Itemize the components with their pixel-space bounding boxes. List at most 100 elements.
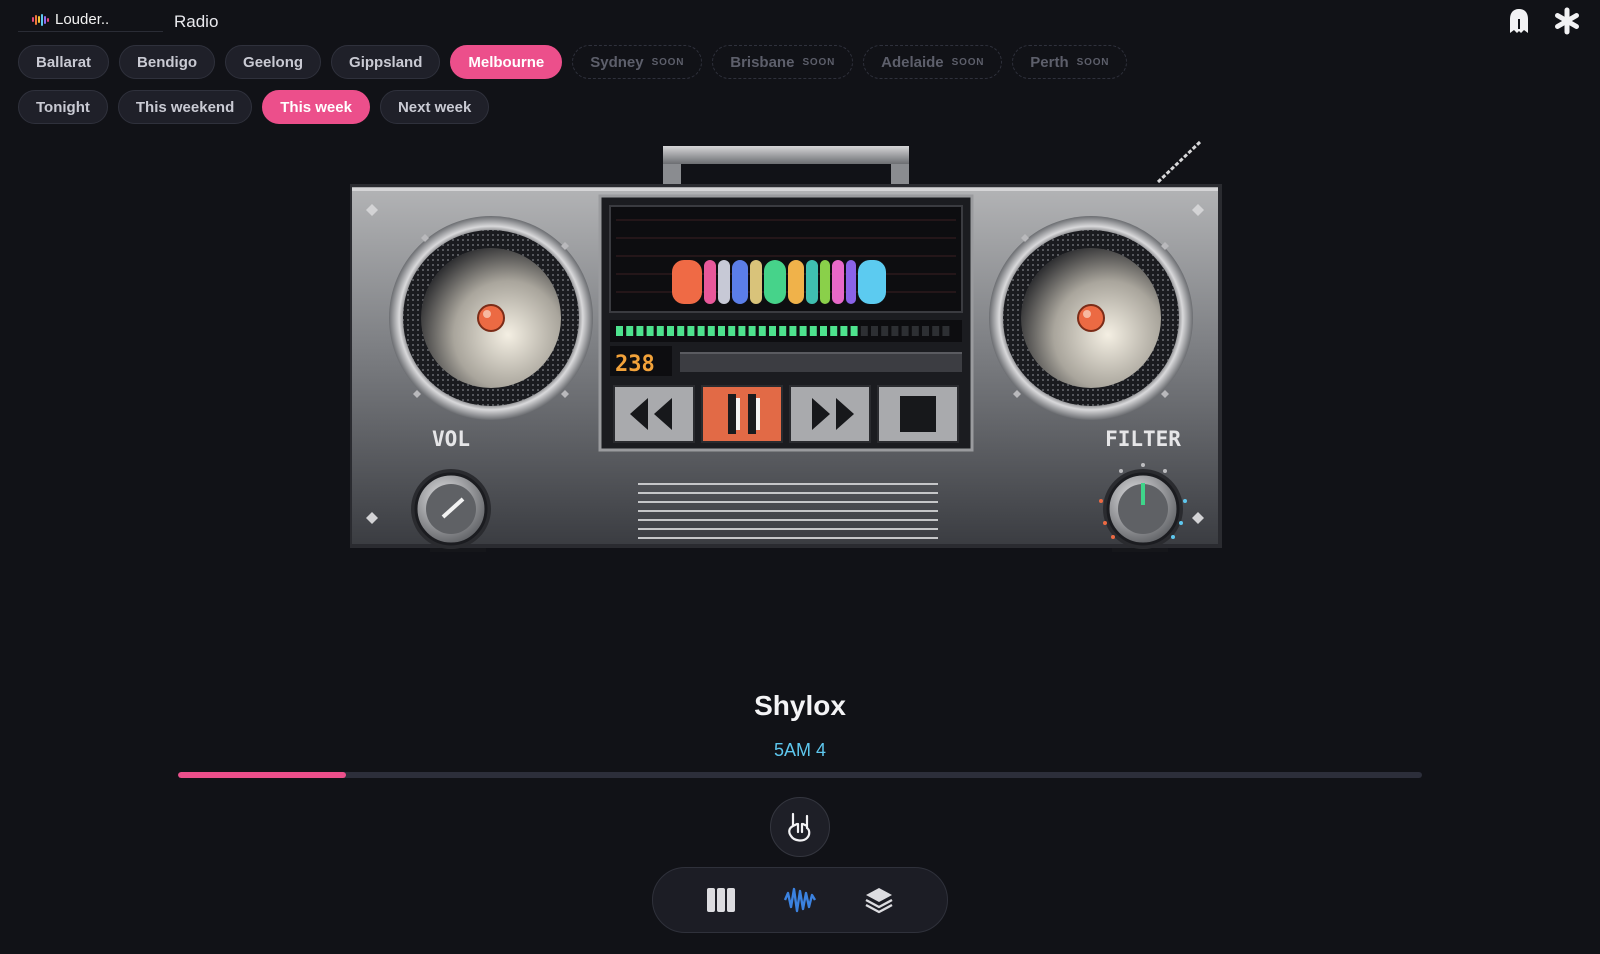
nav-columns-button[interactable] — [697, 876, 745, 924]
level-segment — [697, 326, 705, 336]
level-segment — [738, 326, 746, 336]
level-segment — [728, 326, 736, 336]
level-segment — [687, 326, 695, 336]
track-title: 5AM 4 — [773, 740, 827, 760]
region-chip-label: Melbourne — [468, 53, 545, 71]
level-segment — [677, 326, 685, 336]
brand-logo[interactable]: Louder.. — [18, 8, 163, 32]
level-segment — [932, 326, 940, 336]
level-segment — [789, 326, 797, 336]
visualizer — [672, 260, 886, 304]
rewind-button[interactable] — [613, 385, 695, 443]
visualizer-bar — [846, 260, 856, 304]
ghost-icon[interactable] — [1504, 6, 1534, 36]
level-segment — [769, 326, 776, 336]
region-chip-label: Adelaide — [881, 53, 944, 71]
level-segment — [901, 326, 909, 336]
stop-button[interactable] — [877, 385, 959, 443]
region-chip-label: Gippsland — [349, 53, 423, 71]
level-segment — [881, 326, 889, 336]
region-chip-bendigo[interactable]: Bendigo — [119, 45, 216, 79]
waveform-icon — [783, 887, 817, 913]
level-segment — [779, 326, 787, 336]
timeframe-filter: Tonight This weekend This week Next week — [18, 90, 490, 124]
level-segment — [911, 326, 919, 336]
stop-icon — [900, 396, 936, 432]
region-chip-perth: Perth SOON — [1012, 45, 1128, 79]
level-segment — [667, 326, 674, 336]
visualizer-bar — [820, 260, 830, 304]
region-chip-geelong[interactable]: Geelong — [225, 45, 322, 79]
visualizer-bar — [672, 260, 702, 304]
level-segment — [891, 326, 899, 336]
timeframe-chip-next-week[interactable]: Next week — [379, 90, 490, 124]
brand-name: Louder.. — [55, 11, 110, 28]
visualizer-bar — [764, 260, 786, 304]
boombox-player: VOL FILTER 238 — [350, 140, 1222, 552]
timeframe-chip-label: Tonight — [36, 98, 90, 116]
level-segment — [616, 326, 623, 336]
level-segment — [748, 326, 756, 336]
filter-label: FILTER — [1105, 427, 1181, 451]
visualizer-bar — [832, 260, 844, 304]
region-chip-label: Perth — [1030, 53, 1069, 71]
volume-knob[interactable] — [411, 469, 491, 549]
level-segment — [626, 326, 634, 336]
coming-soon-badge: SOON — [951, 56, 985, 68]
nav-layers-button[interactable] — [855, 876, 903, 924]
timeframe-chip-tonight[interactable]: Tonight — [18, 90, 108, 124]
visualizer-bar — [704, 260, 716, 304]
level-segment — [656, 326, 664, 336]
pause-button[interactable] — [701, 385, 783, 443]
page-title: Radio — [174, 12, 219, 31]
visualizer-bar — [858, 260, 886, 304]
layers-icon — [865, 888, 893, 914]
rock-on-button[interactable] — [770, 797, 830, 857]
bottom-navigation — [652, 867, 948, 933]
asterisk-icon[interactable] — [1552, 6, 1582, 36]
top-bar: Louder.. Radio — [0, 0, 1600, 42]
region-chip-gippsland[interactable]: Gippsland — [331, 45, 441, 79]
rock-hand-icon — [788, 812, 811, 842]
coming-soon-badge: SOON — [651, 56, 685, 68]
fast-forward-button[interactable] — [789, 385, 871, 443]
visualizer-bar — [718, 260, 730, 304]
volume-label: VOL — [432, 427, 470, 451]
timeframe-chip-label: This weekend — [135, 98, 235, 116]
level-segment — [809, 326, 817, 336]
level-segment — [840, 326, 848, 336]
level-segment — [820, 326, 827, 336]
coming-soon-badge: SOON — [1076, 56, 1110, 68]
timeframe-chip-label: Next week — [397, 98, 472, 116]
level-segment — [871, 326, 878, 336]
progress-fill — [178, 772, 346, 778]
level-segment — [707, 326, 715, 336]
track-counter: 238 — [615, 352, 655, 377]
level-segment — [850, 326, 858, 336]
level-segment — [860, 326, 868, 336]
nav-radio-button[interactable] — [776, 876, 824, 924]
level-segment — [636, 326, 644, 336]
timeframe-chip-label: This week — [280, 98, 352, 116]
region-chip-sydney: Sydney SOON — [572, 45, 703, 79]
brand-equalizer-icon — [32, 13, 49, 26]
region-filter: Ballarat Bendigo Geelong Gippsland Melbourne… — [18, 45, 1128, 79]
timeframe-chip-this-week[interactable]: This week — [262, 90, 370, 124]
track-progress-bar[interactable] — [178, 772, 1422, 778]
level-segment — [830, 326, 838, 336]
level-segment — [799, 326, 807, 336]
region-chip-label: Bendigo — [137, 53, 198, 71]
columns-icon — [706, 888, 735, 912]
region-chip-label: Ballarat — [36, 53, 92, 71]
level-segment — [922, 326, 929, 336]
visualizer-bar — [788, 260, 804, 304]
visualizer-bar — [732, 260, 748, 304]
region-chip-label: Geelong — [243, 53, 304, 71]
coming-soon-badge: SOON — [802, 56, 836, 68]
timeframe-chip-this-weekend[interactable]: This weekend — [117, 90, 253, 124]
region-chip-ballarat[interactable]: Ballarat — [18, 45, 110, 79]
level-segment — [646, 326, 654, 336]
visualizer-bar — [806, 260, 818, 304]
region-chip-brisbane: Brisbane SOON — [712, 45, 854, 79]
region-chip-melbourne[interactable]: Melbourne — [450, 45, 563, 79]
